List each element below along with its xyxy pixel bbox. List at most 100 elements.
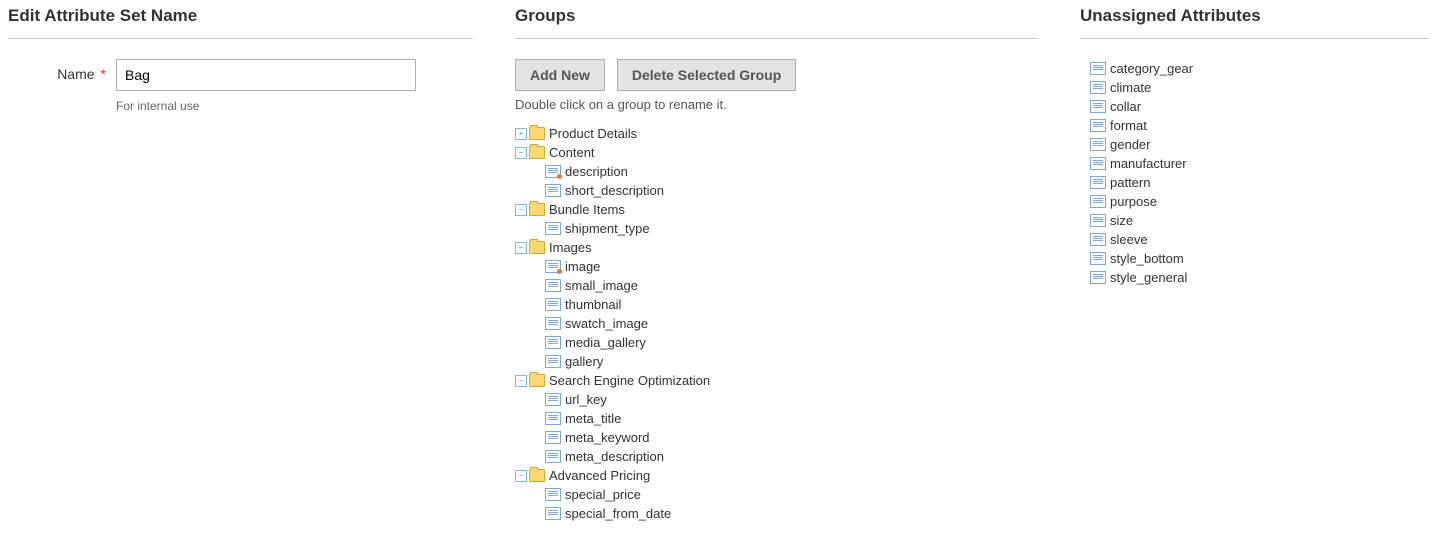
attribute-label[interactable]: meta_keyword (565, 428, 650, 447)
group-label[interactable]: Advanced Pricing (549, 466, 650, 485)
add-new-button[interactable]: Add New (515, 59, 605, 91)
group-node[interactable]: − Imagesimagesmall_imagethumbnailswatch_i… (515, 238, 1030, 371)
attribute-icon (1090, 119, 1106, 132)
attribute-icon (1090, 252, 1106, 265)
attribute-node[interactable]: media_gallery (533, 333, 1030, 352)
group-node[interactable]: − Search Engine Optimizationurl_keymeta_t… (515, 371, 1030, 466)
attribute-icon (545, 260, 561, 273)
attribute-icon (1090, 195, 1106, 208)
attribute-node[interactable]: url_key (533, 390, 1030, 409)
group-node[interactable]: − Advanced Pricingspecial_pricespecial_fr… (515, 466, 1030, 522)
group-node[interactable]: + Product Details (515, 124, 1030, 143)
attribute-node[interactable]: special_from_date (533, 504, 1030, 522)
unassigned-item[interactable]: manufacturer (1080, 154, 1429, 173)
unassigned-label[interactable]: category_gear (1110, 59, 1193, 78)
delete-selected-group-button[interactable]: Delete Selected Group (617, 59, 796, 91)
attribute-node[interactable]: special_price (533, 485, 1030, 504)
attribute-label[interactable]: description (565, 162, 628, 181)
folder-icon (529, 374, 545, 387)
unassigned-item[interactable]: size (1080, 211, 1429, 230)
group-label[interactable]: Content (549, 143, 595, 162)
unassigned-item[interactable]: format (1080, 116, 1429, 135)
attribute-icon (545, 336, 561, 349)
unassigned-item[interactable]: style_general (1080, 268, 1429, 287)
unassigned-label[interactable]: format (1110, 116, 1147, 135)
attribute-icon (545, 393, 561, 406)
group-label[interactable]: Images (549, 238, 592, 257)
unassigned-section-title: Unassigned Attributes (1080, 6, 1429, 39)
expand-icon[interactable]: + (515, 128, 527, 140)
attribute-node[interactable]: gallery (533, 352, 1030, 371)
attribute-icon (545, 222, 561, 235)
attribute-node[interactable]: meta_keyword (533, 428, 1030, 447)
unassigned-label[interactable]: style_general (1110, 268, 1187, 287)
attribute-label[interactable]: url_key (565, 390, 607, 409)
attribute-label[interactable]: short_description (565, 181, 664, 200)
attribute-label[interactable]: special_from_date (565, 504, 671, 522)
attribute-label[interactable]: thumbnail (565, 295, 621, 314)
attribute-node[interactable]: shipment_type (533, 219, 1030, 238)
unassigned-label[interactable]: climate (1110, 78, 1151, 97)
attribute-node[interactable]: thumbnail (533, 295, 1030, 314)
attribute-node[interactable]: small_image (533, 276, 1030, 295)
attribute-icon (545, 488, 561, 501)
attribute-label[interactable]: special_price (565, 485, 641, 504)
unassigned-item[interactable]: sleeve (1080, 230, 1429, 249)
unassigned-item[interactable]: climate (1080, 78, 1429, 97)
groups-tree: + Product Details − Contentdescriptionshort… (515, 124, 1030, 522)
attribute-icon (545, 412, 561, 425)
attribute-node[interactable]: description (533, 162, 1030, 181)
folder-icon (529, 469, 545, 482)
unassigned-label[interactable]: size (1110, 211, 1133, 230)
unassigned-label[interactable]: manufacturer (1110, 154, 1187, 173)
unassigned-item[interactable]: pattern (1080, 173, 1429, 192)
attribute-label[interactable]: small_image (565, 276, 638, 295)
name-input[interactable] (116, 59, 416, 91)
group-label[interactable]: Product Details (549, 124, 637, 143)
attribute-icon (1090, 157, 1106, 170)
attribute-label[interactable]: shipment_type (565, 219, 650, 238)
unassigned-list: category_gearclimatecollarformatgenderma… (1080, 59, 1429, 287)
collapse-icon[interactable]: − (515, 147, 527, 159)
attribute-node[interactable]: meta_description (533, 447, 1030, 466)
edit-attribute-set-panel: Edit Attribute Set Name Name* For intern… (8, 6, 473, 542)
group-node[interactable]: − Bundle Itemsshipment_type (515, 200, 1030, 238)
collapse-icon[interactable]: − (515, 204, 527, 216)
groups-help-text: Double click on a group to rename it. (515, 97, 1038, 112)
group-label[interactable]: Bundle Items (549, 200, 625, 219)
attribute-icon (545, 355, 561, 368)
group-node[interactable]: − Contentdescriptionshort_description (515, 143, 1030, 200)
collapse-icon[interactable]: − (515, 242, 527, 254)
collapse-icon[interactable]: − (515, 375, 527, 387)
attribute-icon (1090, 271, 1106, 284)
unassigned-item[interactable]: gender (1080, 135, 1429, 154)
attribute-label[interactable]: image (565, 257, 600, 276)
unassigned-item[interactable]: category_gear (1080, 59, 1429, 78)
unassigned-label[interactable]: collar (1110, 97, 1141, 116)
attribute-icon (545, 450, 561, 463)
attribute-icon (545, 279, 561, 292)
unassigned-item[interactable]: style_bottom (1080, 249, 1429, 268)
unassigned-label[interactable]: pattern (1110, 173, 1150, 192)
unassigned-label[interactable]: style_bottom (1110, 249, 1184, 268)
collapse-icon[interactable]: − (515, 470, 527, 482)
attribute-node[interactable]: short_description (533, 181, 1030, 200)
groups-tree-scroll[interactable]: + Product Details − Contentdescriptionshort… (515, 124, 1038, 522)
unassigned-label[interactable]: sleeve (1110, 230, 1148, 249)
unassigned-item[interactable]: purpose (1080, 192, 1429, 211)
attribute-label[interactable]: gallery (565, 352, 603, 371)
group-label[interactable]: Search Engine Optimization (549, 371, 710, 390)
groups-panel: Groups Add New Delete Selected Group Dou… (515, 6, 1038, 542)
attribute-node[interactable]: meta_title (533, 409, 1030, 428)
attribute-label[interactable]: media_gallery (565, 333, 646, 352)
unassigned-item[interactable]: collar (1080, 97, 1429, 116)
attribute-label[interactable]: meta_title (565, 409, 621, 428)
attribute-node[interactable]: image (533, 257, 1030, 276)
unassigned-label[interactable]: purpose (1110, 192, 1157, 211)
attribute-label[interactable]: meta_description (565, 447, 664, 466)
groups-section-title: Groups (515, 6, 1038, 39)
unassigned-label[interactable]: gender (1110, 135, 1150, 154)
attribute-node[interactable]: swatch_image (533, 314, 1030, 333)
name-label: Name (57, 66, 94, 82)
attribute-label[interactable]: swatch_image (565, 314, 648, 333)
